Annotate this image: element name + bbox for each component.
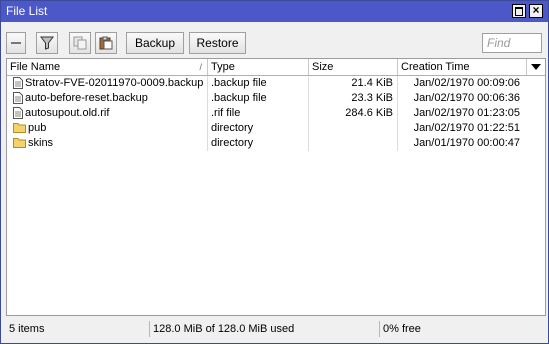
- table-row[interactable]: auto-before-reset.backup .backup file 23…: [7, 91, 545, 106]
- creation-time: Jan/02/1970 01:22:51: [413, 122, 520, 134]
- find-input[interactable]: [482, 33, 542, 53]
- file-size: 23.3 KiB: [309, 91, 398, 106]
- status-item-count: 5 items: [9, 323, 45, 335]
- file-size: 284.6 KiB: [309, 106, 398, 121]
- column-header-file-name[interactable]: File Name /: [7, 59, 208, 75]
- creation-time: Jan/01/1970 00:00:47: [413, 137, 520, 149]
- maximize-icon[interactable]: [512, 4, 526, 18]
- window-title: File List: [6, 4, 48, 18]
- toolbar: Backup Restore: [1, 22, 548, 58]
- creation-time: Jan/02/1970 00:09:06: [413, 77, 520, 89]
- file-list-window: File List × Backup Restore File Name / T…: [0, 0, 549, 344]
- restore-button[interactable]: Restore: [189, 32, 246, 54]
- folder-icon: [13, 138, 26, 148]
- file-table: File Name / Type Size Creation Time Stra…: [6, 58, 546, 316]
- file-name: skins: [28, 137, 54, 149]
- table-row[interactable]: Stratov-FVE-02011970-0009.backup .backup…: [7, 76, 545, 91]
- column-header-type[interactable]: Type: [208, 59, 309, 75]
- column-menu-icon[interactable]: [527, 59, 545, 75]
- file-icon: [13, 77, 23, 89]
- title-bar[interactable]: File List ×: [1, 1, 548, 22]
- file-type: .backup file: [208, 91, 309, 106]
- folder-icon: [13, 123, 26, 133]
- table-row[interactable]: pub directory Jan/02/1970 01:22:51: [7, 121, 545, 136]
- close-icon[interactable]: ×: [529, 3, 543, 18]
- column-header-size[interactable]: Size: [309, 59, 398, 75]
- minus-icon[interactable]: [6, 32, 26, 54]
- file-type: .rif file: [208, 106, 309, 121]
- file-name: auto-before-reset.backup: [25, 92, 148, 104]
- file-size: [309, 121, 398, 136]
- file-size: [309, 136, 398, 151]
- filter-icon[interactable]: [36, 32, 58, 54]
- backup-button[interactable]: Backup: [126, 32, 184, 54]
- status-disk-usage: 128.0 MiB of 128.0 MiB used: [149, 321, 379, 337]
- file-type: .backup file: [208, 76, 309, 91]
- status-free-space: 0% free: [379, 321, 547, 337]
- paste-icon[interactable]: [95, 32, 117, 54]
- table-row[interactable]: skins directory Jan/01/1970 00:00:47: [7, 136, 545, 151]
- file-size: 21.4 KiB: [309, 76, 398, 91]
- sort-indicator-icon: /: [199, 62, 202, 72]
- file-name: Stratov-FVE-02011970-0009.backup: [25, 77, 204, 89]
- status-bar: 5 items 128.0 MiB of 128.0 MiB used 0% f…: [1, 318, 548, 340]
- creation-time: Jan/02/1970 01:23:05: [413, 107, 520, 119]
- table-header: File Name / Type Size Creation Time: [7, 59, 545, 76]
- file-icon: [13, 92, 23, 104]
- column-header-creation-time[interactable]: Creation Time: [398, 59, 527, 75]
- file-name: pub: [28, 122, 47, 134]
- file-name: autosupout.old.rif: [25, 107, 110, 119]
- file-icon: [13, 107, 23, 119]
- copy-icon[interactable]: [69, 32, 91, 54]
- table-row[interactable]: autosupout.old.rif .rif file 284.6 KiB J…: [7, 106, 545, 121]
- file-type: directory: [208, 136, 309, 151]
- file-type: directory: [208, 121, 309, 136]
- creation-time: Jan/02/1970 00:06:36: [413, 92, 520, 104]
